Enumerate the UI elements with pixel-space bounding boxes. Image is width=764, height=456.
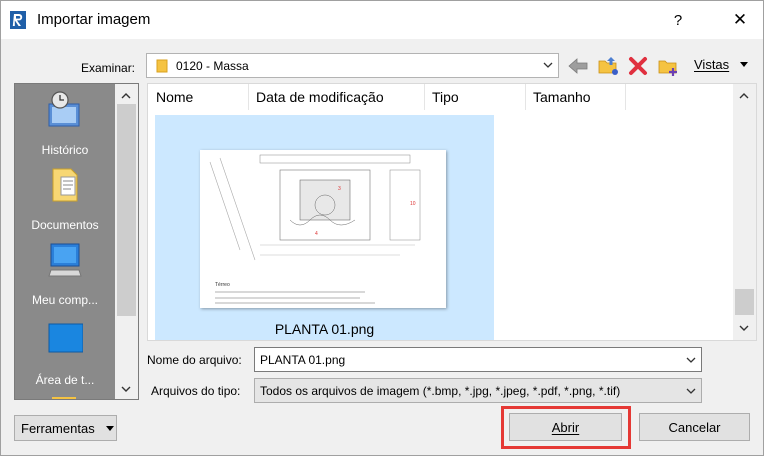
- title-bar: Importar imagem ? ✕: [1, 1, 763, 39]
- desktop-icon: [48, 323, 83, 353]
- place-label: Meu comp...: [31, 293, 99, 307]
- views-dropdown-arrow-icon[interactable]: [740, 62, 748, 67]
- dialog-title: Importar imagem: [37, 11, 151, 28]
- back-arrow-icon[interactable]: [567, 55, 589, 77]
- tools-button[interactable]: Ferramentas: [14, 415, 117, 441]
- views-menu[interactable]: Vistas: [694, 57, 729, 72]
- column-header-name[interactable]: Nome: [156, 89, 193, 105]
- file-list: Nome Data de modificação Tipo Tamanho 3 …: [147, 83, 757, 341]
- column-divider[interactable]: [625, 84, 626, 110]
- column-divider[interactable]: [424, 84, 425, 110]
- history-icon: [48, 91, 80, 127]
- filetype-label: Arquivos do tipo:: [151, 384, 241, 398]
- place-partial-folder-icon: [52, 397, 76, 399]
- import-image-dialog: Importar imagem ? ✕ Examinar: 0120 - Mas…: [0, 0, 764, 456]
- filename-label: Nome do arquivo:: [147, 353, 242, 367]
- svg-text:3: 3: [338, 186, 341, 192]
- column-header-size[interactable]: Tamanho: [533, 89, 591, 105]
- tools-button-label: Ferramentas: [21, 420, 95, 436]
- place-desktop[interactable]: Área de t...: [15, 320, 115, 395]
- place-label: Histórico: [41, 143, 89, 157]
- chevron-down-icon[interactable]: [737, 322, 751, 334]
- file-list-scrollbar[interactable]: [733, 84, 756, 340]
- svg-text:4: 4: [315, 231, 318, 237]
- svg-text:Térreo: Térreo: [215, 282, 230, 288]
- my-computer-icon: [48, 243, 82, 277]
- file-list-scrollbar-thumb[interactable]: [735, 289, 754, 315]
- look-in-label: Examinar:: [81, 61, 136, 75]
- chevron-down-icon[interactable]: [119, 383, 133, 395]
- place-history[interactable]: Histórico: [15, 90, 115, 165]
- place-my-computer[interactable]: Meu comp...: [15, 240, 115, 315]
- folder-icon: [156, 59, 168, 73]
- places-scrollbar-thumb[interactable]: [117, 104, 136, 316]
- open-button[interactable]: Abrir: [509, 413, 622, 441]
- image-thumbnail: 3 4 10 Térreo: [200, 150, 446, 308]
- new-folder-icon[interactable]: [657, 55, 679, 77]
- chevron-down-icon[interactable]: [685, 354, 697, 366]
- chevron-down-icon: [543, 62, 553, 68]
- close-button[interactable]: ✕: [717, 1, 763, 39]
- file-item-name: PLANTA 01.png: [274, 321, 375, 337]
- documents-icon: [52, 168, 78, 202]
- filename-value[interactable]: PLANTA 01.png: [260, 353, 345, 367]
- chevron-up-icon[interactable]: [119, 90, 133, 102]
- place-documents[interactable]: Documentos: [15, 165, 115, 240]
- filename-input[interactable]: PLANTA 01.png: [254, 347, 702, 372]
- column-divider[interactable]: [248, 84, 249, 110]
- chevron-down-icon[interactable]: [685, 385, 697, 397]
- column-header-type[interactable]: Tipo: [432, 89, 459, 105]
- delete-icon[interactable]: [627, 55, 649, 77]
- file-item-selected[interactable]: 3 4 10 Térreo PLANTA 01.png: [155, 115, 494, 340]
- column-header-modified[interactable]: Data de modificação: [256, 89, 384, 105]
- svg-text:10: 10: [410, 201, 416, 207]
- place-label: Documentos: [31, 218, 99, 232]
- cancel-button[interactable]: Cancelar: [639, 413, 750, 441]
- look-in-value: 0120 - Massa: [176, 59, 249, 73]
- revit-logo-icon: [10, 11, 26, 29]
- places-scrollbar[interactable]: [115, 84, 138, 399]
- places-bar: Histórico Documentos Meu comp... Área de…: [14, 83, 139, 400]
- column-divider[interactable]: [525, 84, 526, 110]
- look-in-dropdown[interactable]: 0120 - Massa: [146, 53, 559, 78]
- filetype-value: Todos os arquivos de imagem (*.bmp, *.jp…: [260, 384, 621, 398]
- help-button[interactable]: ?: [661, 1, 695, 39]
- up-folder-icon[interactable]: [597, 55, 619, 77]
- place-label: Área de t...: [35, 373, 95, 387]
- tools-dropdown-arrow-icon: [106, 426, 114, 431]
- chevron-up-icon[interactable]: [737, 90, 751, 102]
- filetype-select[interactable]: Todos os arquivos de imagem (*.bmp, *.jp…: [254, 378, 702, 403]
